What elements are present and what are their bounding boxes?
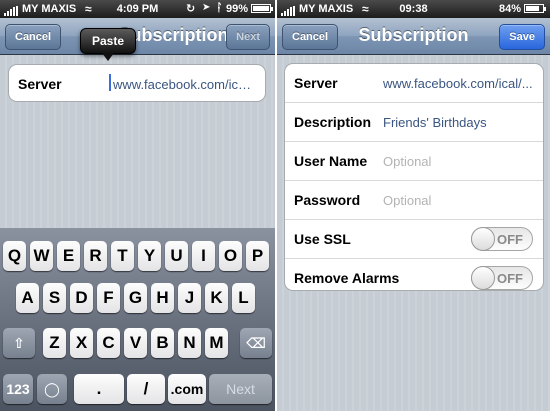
nav-bar: Subscription Cancel Next: [0, 18, 275, 55]
description-value[interactable]: Friends' Birthdays: [383, 115, 535, 130]
alarms-toggle-state: OFF: [497, 271, 523, 286]
cancel-button[interactable]: Cancel: [282, 24, 339, 50]
battery-percent: 84%: [499, 3, 522, 15]
key-c[interactable]: C: [97, 328, 120, 358]
key-y[interactable]: Y: [138, 241, 161, 271]
dotcom-key[interactable]: .com: [168, 374, 206, 404]
server-field-group: Server www.facebook.com/ical/b.p: [8, 64, 266, 102]
text-cursor: [109, 74, 111, 91]
key-j[interactable]: J: [178, 283, 201, 313]
key-m[interactable]: M: [205, 328, 228, 358]
username-row[interactable]: User Name Optional: [285, 142, 543, 181]
key-e[interactable]: E: [57, 241, 80, 271]
key-q[interactable]: Q: [3, 241, 26, 271]
nav-bar: Subscription Cancel Save: [277, 18, 550, 55]
alarms-toggle[interactable]: OFF: [471, 266, 533, 290]
paste-button[interactable]: Paste: [80, 28, 136, 61]
right-screen: MY MAXIS ≈ 09:38 84% Subscription Cancel…: [277, 0, 550, 411]
server-row[interactable]: Server www.facebook.com/ical/...: [285, 64, 543, 103]
globe-icon[interactable]: ◯: [37, 374, 67, 404]
keyboard: Q W E R T Y U I O P A S D F G H J K L ⇧ …: [0, 228, 275, 411]
server-input[interactable]: www.facebook.com/ical/b.p: [113, 77, 257, 92]
key-a[interactable]: A: [16, 283, 39, 313]
orientation-lock-icon: ↻: [186, 3, 196, 15]
key-l[interactable]: L: [232, 283, 255, 313]
key-h[interactable]: H: [151, 283, 174, 313]
ssl-label: Use SSL: [294, 231, 351, 247]
save-button[interactable]: Save: [499, 24, 545, 50]
key-s[interactable]: S: [43, 283, 66, 313]
key-t[interactable]: T: [111, 241, 134, 271]
key-x[interactable]: X: [70, 328, 93, 358]
toggle-knob: [471, 266, 495, 290]
battery-percent: 99%: [226, 3, 249, 15]
next-key[interactable]: Next: [209, 374, 272, 404]
key-w[interactable]: W: [30, 241, 53, 271]
description-row[interactable]: Description Friends' Birthdays: [285, 103, 543, 142]
key-d[interactable]: D: [70, 283, 93, 313]
description-label: Description: [294, 114, 372, 130]
password-label: Password: [294, 192, 361, 208]
status-bar: MY MAXIS ≈ 09:38 84%: [277, 0, 550, 18]
alarms-label: Remove Alarms: [294, 270, 400, 286]
ssl-toggle-state: OFF: [497, 232, 523, 247]
key-b[interactable]: B: [151, 328, 174, 358]
status-bar: MY MAXIS ≈ 4:09 PM ↻ ➤ ᛛ 99%: [0, 0, 275, 18]
key-g[interactable]: G: [124, 283, 147, 313]
key-r[interactable]: R: [84, 241, 107, 271]
location-icon: ➤: [202, 2, 211, 13]
left-screen: MY MAXIS ≈ 4:09 PM ↻ ➤ ᛛ 99% Subscriptio…: [0, 0, 275, 411]
key-k[interactable]: K: [205, 283, 228, 313]
toggle-knob: [471, 227, 495, 251]
battery-icon: [251, 4, 273, 13]
settings-group: Server www.facebook.com/ical/... Descrip…: [284, 63, 544, 291]
bluetooth-icon: ᛛ: [216, 2, 223, 14]
key-o[interactable]: O: [219, 241, 242, 271]
password-input[interactable]: Optional: [383, 193, 535, 208]
cancel-button[interactable]: Cancel: [5, 24, 62, 50]
server-label: Server: [18, 76, 62, 92]
server-row[interactable]: Server www.facebook.com/ical/b.p: [9, 65, 265, 101]
key-p[interactable]: P: [246, 241, 269, 271]
key-v[interactable]: V: [124, 328, 147, 358]
numbers-key[interactable]: 123: [3, 374, 33, 404]
delete-key-icon[interactable]: ⌫: [240, 328, 272, 358]
password-row[interactable]: Password Optional: [285, 181, 543, 220]
alarms-row: Remove Alarms OFF: [285, 259, 543, 290]
dot-key[interactable]: .: [74, 374, 124, 404]
slash-key[interactable]: /: [127, 374, 165, 404]
ssl-row: Use SSL OFF: [285, 220, 543, 259]
username-input[interactable]: Optional: [383, 154, 535, 169]
key-u[interactable]: U: [165, 241, 188, 271]
server-value[interactable]: www.facebook.com/ical/...: [383, 76, 535, 91]
key-f[interactable]: F: [97, 283, 120, 313]
next-button[interactable]: Next: [226, 24, 270, 50]
shift-key-icon[interactable]: ⇧: [3, 328, 35, 358]
battery-icon: [524, 4, 546, 13]
key-n[interactable]: N: [178, 328, 201, 358]
ssl-toggle[interactable]: OFF: [471, 227, 533, 251]
username-label: User Name: [294, 153, 368, 169]
key-z[interactable]: Z: [43, 328, 66, 358]
server-label: Server: [294, 75, 338, 91]
key-i[interactable]: I: [192, 241, 215, 271]
